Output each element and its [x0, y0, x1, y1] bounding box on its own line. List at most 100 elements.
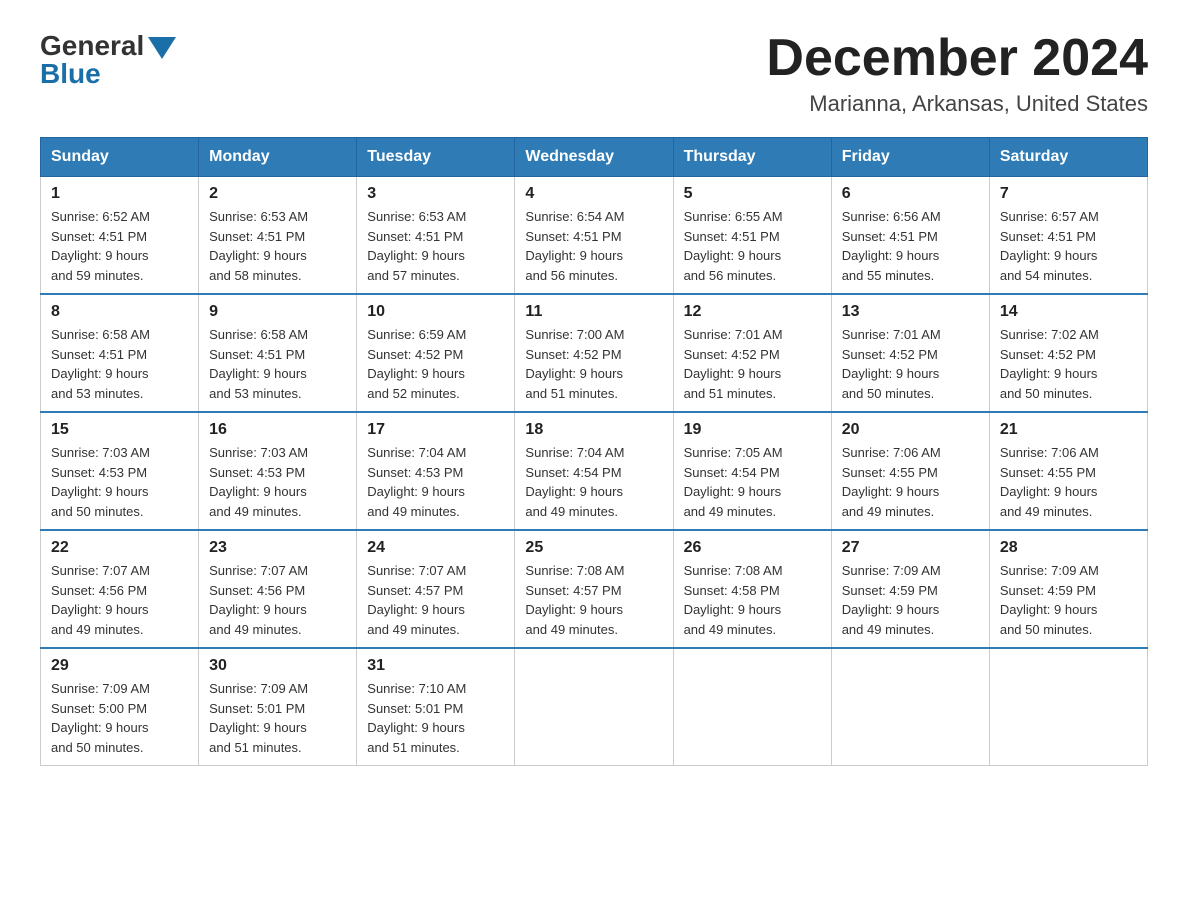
weekday-header-friday: Friday — [831, 138, 989, 177]
day-info: Sunrise: 7:07 AMSunset: 4:56 PMDaylight:… — [209, 561, 346, 639]
calendar-week-row: 15 Sunrise: 7:03 AMSunset: 4:53 PMDayligh… — [41, 412, 1148, 530]
calendar-cell — [831, 648, 989, 766]
day-info: Sunrise: 7:06 AMSunset: 4:55 PMDaylight:… — [842, 443, 979, 521]
day-number: 12 — [684, 303, 821, 321]
day-number: 23 — [209, 539, 346, 557]
calendar-cell: 25 Sunrise: 7:08 AMSunset: 4:57 PMDayligh… — [515, 530, 673, 648]
weekday-header-wednesday: Wednesday — [515, 138, 673, 177]
day-number: 28 — [1000, 539, 1137, 557]
calendar-cell: 7 Sunrise: 6:57 AMSunset: 4:51 PMDaylight… — [989, 177, 1147, 295]
day-info: Sunrise: 6:58 AMSunset: 4:51 PMDaylight:… — [51, 325, 188, 403]
calendar-week-row: 22 Sunrise: 7:07 AMSunset: 4:56 PMDayligh… — [41, 530, 1148, 648]
day-number: 1 — [51, 185, 188, 203]
day-info: Sunrise: 7:02 AMSunset: 4:52 PMDaylight:… — [1000, 325, 1137, 403]
calendar-cell: 9 Sunrise: 6:58 AMSunset: 4:51 PMDaylight… — [199, 294, 357, 412]
weekday-header-saturday: Saturday — [989, 138, 1147, 177]
calendar-cell: 19Sunrise: 7:05 AMSunset: 4:54 PMDayligh… — [673, 412, 831, 530]
calendar-week-row: 8 Sunrise: 6:58 AMSunset: 4:51 PMDaylight… — [41, 294, 1148, 412]
day-number: 20 — [842, 421, 979, 439]
weekday-header-tuesday: Tuesday — [357, 138, 515, 177]
day-number: 2 — [209, 185, 346, 203]
calendar-cell — [515, 648, 673, 766]
calendar-cell — [673, 648, 831, 766]
day-number: 26 — [684, 539, 821, 557]
day-number: 25 — [525, 539, 662, 557]
day-number: 22 — [51, 539, 188, 557]
title-block: December 2024 Marianna, Arkansas, United… — [766, 30, 1148, 117]
calendar-cell: 1 Sunrise: 6:52 AMSunset: 4:51 PMDaylight… — [41, 177, 199, 295]
day-info: Sunrise: 6:53 AMSunset: 4:51 PMDaylight:… — [209, 207, 346, 285]
day-info: Sunrise: 6:52 AMSunset: 4:51 PMDaylight:… — [51, 207, 188, 285]
weekday-header-row: SundayMondayTuesdayWednesdayThursdayFrid… — [41, 138, 1148, 177]
day-number: 8 — [51, 303, 188, 321]
day-number: 16 — [209, 421, 346, 439]
calendar-cell: 23 Sunrise: 7:07 AMSunset: 4:56 PMDayligh… — [199, 530, 357, 648]
day-info: Sunrise: 6:58 AMSunset: 4:51 PMDaylight:… — [209, 325, 346, 403]
day-info: Sunrise: 7:07 AMSunset: 4:56 PMDaylight:… — [51, 561, 188, 639]
day-number: 14 — [1000, 303, 1137, 321]
calendar-cell: 14 Sunrise: 7:02 AMSunset: 4:52 PMDayligh… — [989, 294, 1147, 412]
calendar-cell: 22 Sunrise: 7:07 AMSunset: 4:56 PMDayligh… — [41, 530, 199, 648]
day-number: 5 — [684, 185, 821, 203]
day-number: 9 — [209, 303, 346, 321]
day-info: Sunrise: 6:53 AMSunset: 4:51 PMDaylight:… — [367, 207, 504, 285]
calendar-cell: 31 Sunrise: 7:10 AMSunset: 5:01 PMDayligh… — [357, 648, 515, 766]
day-info: Sunrise: 7:06 AMSunset: 4:55 PMDaylight:… — [1000, 443, 1137, 521]
day-info: Sunrise: 7:09 AMSunset: 5:00 PMDaylight:… — [51, 679, 188, 757]
day-info: Sunrise: 7:09 AMSunset: 4:59 PMDaylight:… — [1000, 561, 1137, 639]
day-number: 10 — [367, 303, 504, 321]
calendar-cell: 16 Sunrise: 7:03 AMSunset: 4:53 PMDayligh… — [199, 412, 357, 530]
logo-blue-text: Blue — [40, 58, 101, 90]
day-info: Sunrise: 7:03 AMSunset: 4:53 PMDaylight:… — [209, 443, 346, 521]
day-info: Sunrise: 7:08 AMSunset: 4:57 PMDaylight:… — [525, 561, 662, 639]
logo-triangle-icon — [148, 37, 176, 59]
calendar-cell: 17Sunrise: 7:04 AMSunset: 4:53 PMDayligh… — [357, 412, 515, 530]
calendar-cell: 18Sunrise: 7:04 AMSunset: 4:54 PMDayligh… — [515, 412, 673, 530]
calendar-cell: 15 Sunrise: 7:03 AMSunset: 4:53 PMDayligh… — [41, 412, 199, 530]
day-info: Sunrise: 7:00 AMSunset: 4:52 PMDaylight:… — [525, 325, 662, 403]
location-subtitle: Marianna, Arkansas, United States — [766, 91, 1148, 117]
calendar-cell: 6 Sunrise: 6:56 AMSunset: 4:51 PMDaylight… — [831, 177, 989, 295]
day-number: 11 — [525, 303, 662, 321]
day-number: 21 — [1000, 421, 1137, 439]
calendar-cell: 4 Sunrise: 6:54 AMSunset: 4:51 PMDaylight… — [515, 177, 673, 295]
day-info: Sunrise: 7:09 AMSunset: 5:01 PMDaylight:… — [209, 679, 346, 757]
calendar-cell: 26Sunrise: 7:08 AMSunset: 4:58 PMDayligh… — [673, 530, 831, 648]
calendar-cell: 5 Sunrise: 6:55 AMSunset: 4:51 PMDaylight… — [673, 177, 831, 295]
day-info: Sunrise: 7:03 AMSunset: 4:53 PMDaylight:… — [51, 443, 188, 521]
calendar-cell: 30 Sunrise: 7:09 AMSunset: 5:01 PMDayligh… — [199, 648, 357, 766]
day-number: 4 — [525, 185, 662, 203]
day-number: 30 — [209, 657, 346, 675]
day-info: Sunrise: 6:56 AMSunset: 4:51 PMDaylight:… — [842, 207, 979, 285]
calendar-cell: 13 Sunrise: 7:01 AMSunset: 4:52 PMDayligh… — [831, 294, 989, 412]
day-info: Sunrise: 6:57 AMSunset: 4:51 PMDaylight:… — [1000, 207, 1137, 285]
day-info: Sunrise: 7:01 AMSunset: 4:52 PMDaylight:… — [842, 325, 979, 403]
day-info: Sunrise: 7:01 AMSunset: 4:52 PMDaylight:… — [684, 325, 821, 403]
day-number: 7 — [1000, 185, 1137, 203]
day-number: 29 — [51, 657, 188, 675]
page-header: General Blue December 2024 Marianna, Ark… — [40, 30, 1148, 117]
day-number: 3 — [367, 185, 504, 203]
day-number: 15 — [51, 421, 188, 439]
day-number: 18 — [525, 421, 662, 439]
calendar-cell: 20 Sunrise: 7:06 AMSunset: 4:55 PMDayligh… — [831, 412, 989, 530]
day-number: 31 — [367, 657, 504, 675]
day-number: 13 — [842, 303, 979, 321]
calendar-cell: 10Sunrise: 6:59 AMSunset: 4:52 PMDayligh… — [357, 294, 515, 412]
day-number: 27 — [842, 539, 979, 557]
calendar-cell: 24Sunrise: 7:07 AMSunset: 4:57 PMDayligh… — [357, 530, 515, 648]
day-info: Sunrise: 6:55 AMSunset: 4:51 PMDaylight:… — [684, 207, 821, 285]
calendar-week-row: 29 Sunrise: 7:09 AMSunset: 5:00 PMDayligh… — [41, 648, 1148, 766]
day-info: Sunrise: 7:10 AMSunset: 5:01 PMDaylight:… — [367, 679, 504, 757]
day-number: 6 — [842, 185, 979, 203]
calendar-cell: 27Sunrise: 7:09 AMSunset: 4:59 PMDayligh… — [831, 530, 989, 648]
day-info: Sunrise: 6:54 AMSunset: 4:51 PMDaylight:… — [525, 207, 662, 285]
calendar-table: SundayMondayTuesdayWednesdayThursdayFrid… — [40, 137, 1148, 766]
calendar-cell: 29 Sunrise: 7:09 AMSunset: 5:00 PMDayligh… — [41, 648, 199, 766]
day-number: 24 — [367, 539, 504, 557]
calendar-week-row: 1 Sunrise: 6:52 AMSunset: 4:51 PMDaylight… — [41, 177, 1148, 295]
weekday-header-sunday: Sunday — [41, 138, 199, 177]
weekday-header-monday: Monday — [199, 138, 357, 177]
day-info: Sunrise: 7:04 AMSunset: 4:53 PMDaylight:… — [367, 443, 504, 521]
logo: General Blue — [40, 30, 176, 90]
